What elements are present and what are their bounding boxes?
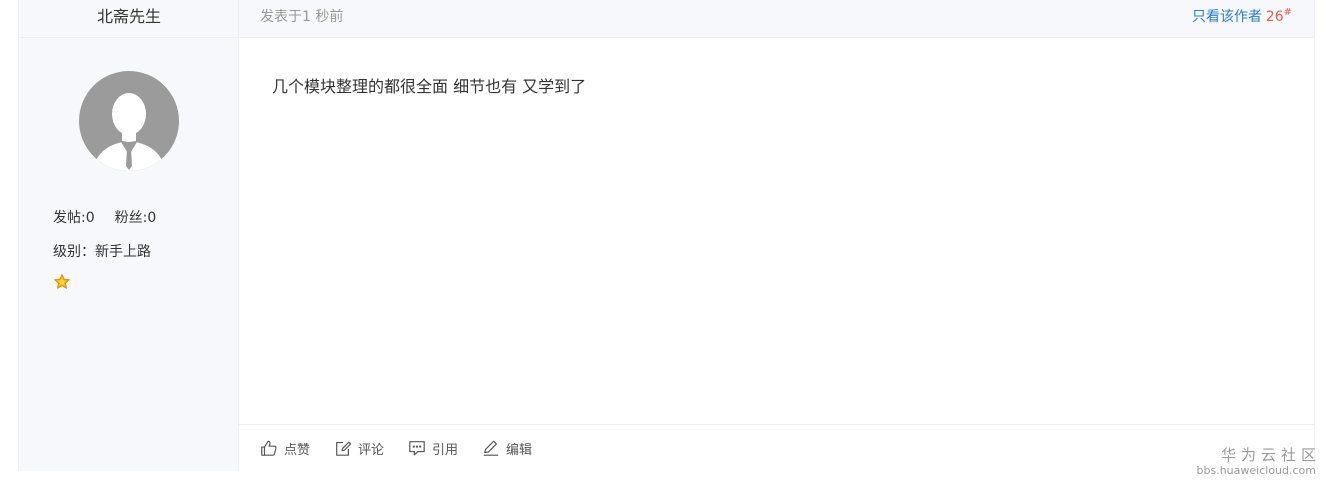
fans-count[interactable]: 粉丝:0 [115, 207, 157, 227]
chat-bubble-icon [409, 441, 425, 456]
post-count[interactable]: 发帖:0 [53, 207, 95, 227]
edit-button[interactable]: 编辑 [482, 437, 532, 459]
comment-label: 评论 [358, 442, 385, 458]
post-actions: 点赞 评论 引用 编辑 [239, 424, 1314, 471]
watermark-url: bbs.huaweicloud.com [1196, 464, 1316, 477]
watermark-title: 华为云社区 [1220, 446, 1321, 464]
post-card: 北斋先生 发帖:0 粉丝:0 级别：新手上路 发表于1 秒前 只看该作者 26#… [18, 0, 1315, 471]
watermark: 华为云社区 bbs.huaweicloud.com [1197, 446, 1316, 477]
only-author-link[interactable]: 只看该作者 [1192, 0, 1262, 34]
avatar[interactable] [79, 71, 179, 171]
floor-number: 26# [1266, 0, 1292, 36]
author-stats: 发帖:0 粉丝:0 [53, 207, 156, 227]
like-button[interactable]: 点赞 [260, 437, 310, 459]
like-label: 点赞 [284, 442, 311, 458]
post-time: 发表于1 秒前 [260, 9, 344, 25]
star-icon [54, 274, 70, 289]
author-sidebar: 北斋先生 发帖:0 粉丝:0 级别：新手上路 [19, 0, 239, 471]
thumbs-up-icon [261, 440, 277, 456]
edit-note-icon [336, 441, 352, 456]
post-header: 发表于1 秒前 只看该作者 26# [239, 0, 1314, 38]
post-content: 几个模块整理的都很全面 细节也有 又学到了 [272, 77, 587, 96]
quote-button[interactable]: 引用 [408, 437, 458, 459]
author-level: 级别：新手上路 [53, 244, 151, 260]
floor-mark: # [1283, 7, 1292, 18]
author-name[interactable]: 北斋先生 [19, 0, 239, 38]
edit-label: 编辑 [506, 442, 533, 458]
quote-label: 引用 [432, 442, 459, 458]
pencil-icon [483, 440, 499, 456]
floor-number-value: 26 [1265, 9, 1284, 25]
comment-button[interactable]: 评论 [334, 437, 384, 459]
